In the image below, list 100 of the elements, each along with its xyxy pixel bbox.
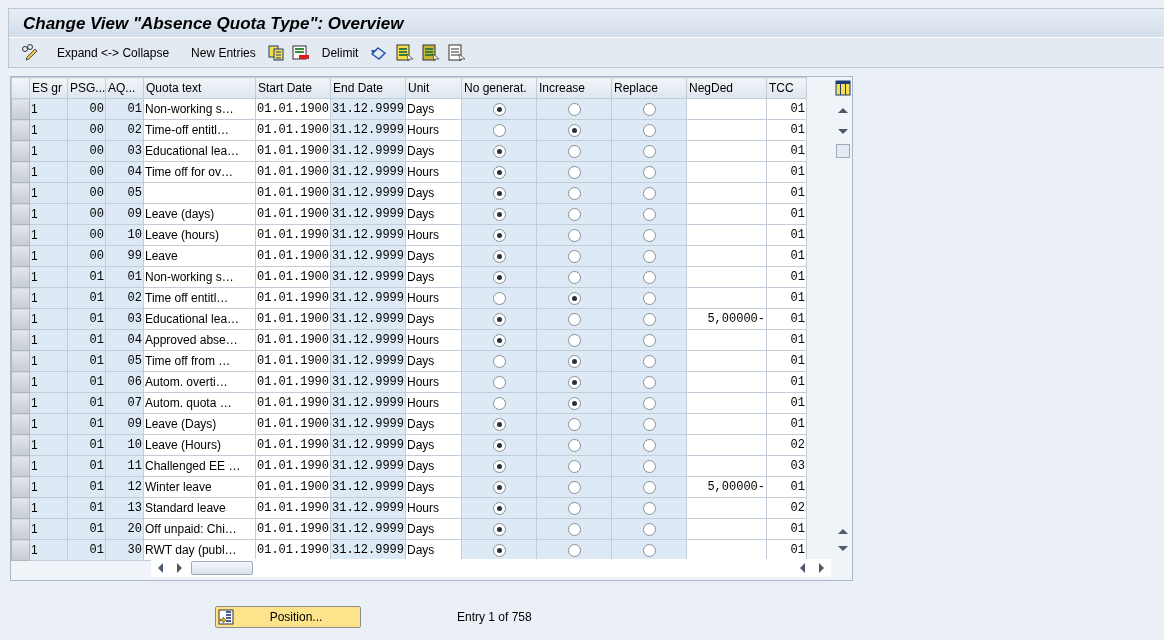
radio-button[interactable] <box>642 397 656 411</box>
radio-button[interactable] <box>642 376 656 390</box>
radio-button[interactable] <box>642 502 656 516</box>
row-selector[interactable] <box>11 371 30 393</box>
row-selector[interactable] <box>11 161 30 183</box>
radio-button[interactable] <box>492 145 506 159</box>
row-selector[interactable] <box>11 434 30 456</box>
toolbar-button[interactable]: Delimit <box>315 41 365 64</box>
row-selector[interactable] <box>11 497 30 519</box>
radio-button[interactable] <box>567 250 581 264</box>
radio-button[interactable] <box>492 313 506 327</box>
row-selector[interactable] <box>11 350 30 372</box>
radio-button[interactable] <box>567 229 581 243</box>
radio-button[interactable] <box>567 208 581 222</box>
scroll-down-arrow-icon[interactable] <box>838 546 848 552</box>
scroll-right-arrow-icon[interactable] <box>177 563 183 573</box>
row-selector[interactable] <box>11 455 30 477</box>
column-header[interactable]: Quota text <box>143 77 256 99</box>
radio-button[interactable] <box>492 271 506 285</box>
radio-button[interactable] <box>642 334 656 348</box>
radio-button[interactable] <box>642 250 656 264</box>
radio-button[interactable] <box>642 460 656 474</box>
radio-button[interactable] <box>492 439 506 453</box>
radio-button[interactable] <box>642 166 656 180</box>
radio-button[interactable] <box>642 355 656 369</box>
radio-button[interactable] <box>567 187 581 201</box>
row-selector[interactable] <box>11 119 30 141</box>
column-settings-icon[interactable] <box>834 79 852 97</box>
row-selector[interactable] <box>11 329 30 351</box>
radio-button[interactable] <box>492 292 506 306</box>
radio-button[interactable] <box>567 481 581 495</box>
row-selector[interactable] <box>11 413 30 435</box>
radio-button[interactable] <box>642 208 656 222</box>
column-header[interactable]: Unit <box>405 77 462 99</box>
column-header[interactable]: NegDed <box>686 77 767 99</box>
toolbar-button[interactable]: New Entries <box>185 41 262 64</box>
column-header[interactable]: PSG... <box>67 77 106 99</box>
radio-button[interactable] <box>492 166 506 180</box>
row-selector[interactable] <box>11 203 30 225</box>
radio-button[interactable] <box>567 523 581 537</box>
radio-button[interactable] <box>492 103 506 117</box>
radio-button[interactable] <box>567 355 581 369</box>
radio-button[interactable] <box>642 271 656 285</box>
scroll-left-arrow-icon[interactable] <box>799 563 805 573</box>
column-header[interactable]: No generat. <box>461 77 537 99</box>
row-selector[interactable] <box>11 518 30 540</box>
column-header[interactable]: End Date <box>330 77 406 99</box>
scroll-thumb[interactable] <box>191 561 253 575</box>
row-selector[interactable] <box>11 392 30 414</box>
radio-button[interactable] <box>492 376 506 390</box>
radio-button[interactable] <box>642 439 656 453</box>
radio-button[interactable] <box>567 376 581 390</box>
radio-button[interactable] <box>492 418 506 432</box>
radio-button[interactable] <box>642 103 656 117</box>
radio-button[interactable] <box>492 481 506 495</box>
radio-button[interactable] <box>567 439 581 453</box>
column-header[interactable]: ES gr <box>29 77 68 99</box>
row-selector[interactable] <box>11 539 30 561</box>
scroll-up-arrow-icon[interactable] <box>838 528 848 534</box>
scroll-left-arrow-icon[interactable] <box>157 563 163 573</box>
radio-button[interactable] <box>567 502 581 516</box>
radio-button[interactable] <box>642 418 656 432</box>
scroll-down-arrow-icon[interactable] <box>838 129 848 135</box>
radio-button[interactable] <box>642 313 656 327</box>
radio-button[interactable] <box>567 313 581 327</box>
radio-button[interactable] <box>642 187 656 201</box>
scroll-thumb[interactable] <box>836 144 850 158</box>
scroll-right-arrow-icon[interactable] <box>819 563 825 573</box>
row-selector[interactable] <box>11 98 30 120</box>
radio-button[interactable] <box>567 292 581 306</box>
radio-button[interactable] <box>642 523 656 537</box>
radio-button[interactable] <box>642 145 656 159</box>
row-selector[interactable] <box>11 140 30 162</box>
radio-button[interactable] <box>492 187 506 201</box>
radio-button[interactable] <box>492 502 506 516</box>
position-button[interactable]: Position... <box>215 606 361 628</box>
radio-button[interactable] <box>567 397 581 411</box>
scroll-up-arrow-icon[interactable] <box>838 107 848 113</box>
radio-button[interactable] <box>492 124 506 138</box>
radio-button[interactable] <box>492 460 506 474</box>
radio-button[interactable] <box>642 544 656 558</box>
radio-button[interactable] <box>492 523 506 537</box>
column-header[interactable]: AQ... <box>105 77 144 99</box>
radio-button[interactable] <box>567 145 581 159</box>
radio-button[interactable] <box>642 481 656 495</box>
radio-button[interactable] <box>567 271 581 285</box>
column-header[interactable]: TCC <box>766 77 807 99</box>
radio-button[interactable] <box>492 250 506 264</box>
radio-button[interactable] <box>492 397 506 411</box>
row-selector[interactable] <box>11 182 30 204</box>
radio-button[interactable] <box>492 355 506 369</box>
column-header[interactable]: Start Date <box>255 77 331 99</box>
radio-button[interactable] <box>567 544 581 558</box>
radio-button[interactable] <box>492 229 506 243</box>
radio-button[interactable] <box>567 334 581 348</box>
row-selector[interactable] <box>11 224 30 246</box>
row-selector[interactable] <box>11 245 30 267</box>
radio-button[interactable] <box>492 544 506 558</box>
row-selector[interactable] <box>11 266 30 288</box>
radio-button[interactable] <box>642 229 656 243</box>
